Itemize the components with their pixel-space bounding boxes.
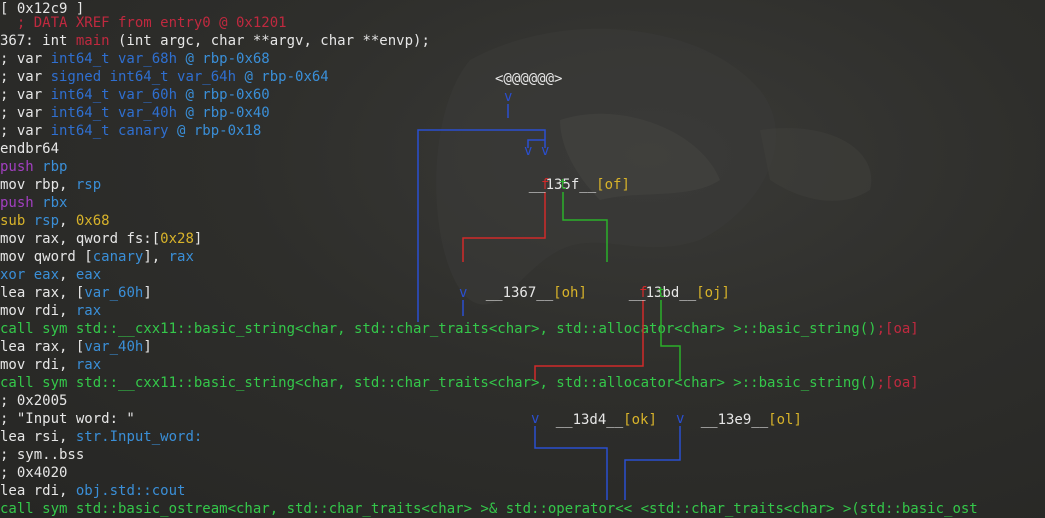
- graph-false-mark: f: [639, 285, 648, 301]
- graph-true-mark: t: [559, 177, 568, 193]
- graph-arrow: v: [459, 285, 468, 301]
- node-tag: [oj]: [696, 285, 730, 301]
- edge-13bd-t: [660, 300, 681, 380]
- node-tag: [ol]: [768, 412, 802, 428]
- graph-node-13bd[interactable]: __13bd__[oj]: [595, 266, 730, 301]
- edge-13bd-f: [534, 300, 644, 380]
- graph-node-13d4[interactable]: __13d4__[ok]: [522, 393, 657, 428]
- node-label: __13e9__: [700, 412, 769, 428]
- graph-node-135f[interactable]: __135f__[of]: [495, 158, 630, 193]
- graph-node-13e9[interactable]: __13e9__[ol]: [667, 393, 802, 428]
- graph-false-mark: f: [541, 177, 550, 193]
- node-tag: [oh]: [553, 285, 587, 301]
- graph-arrow: v: [531, 411, 540, 427]
- graph-node-1367[interactable]: __1367__[oh]: [452, 266, 587, 301]
- node-label: __1367__: [485, 285, 554, 301]
- node-label: __13d4__: [555, 412, 624, 428]
- graph-arrow: v: [676, 411, 685, 427]
- node-tag: [of]: [596, 177, 630, 193]
- graph-arrow: v: [504, 89, 513, 105]
- graph-entry-label: <@@@@@@>: [495, 71, 563, 87]
- edge-135f-t: [562, 192, 608, 262]
- terminal-window: [ 0x12c9 ] ; DATA XREF from entry0 @ 0x1…: [0, 0, 1045, 518]
- node-tag: [ok]: [623, 412, 657, 428]
- graph-true-mark: t: [657, 285, 666, 301]
- edge-13d4-down: [534, 426, 608, 500]
